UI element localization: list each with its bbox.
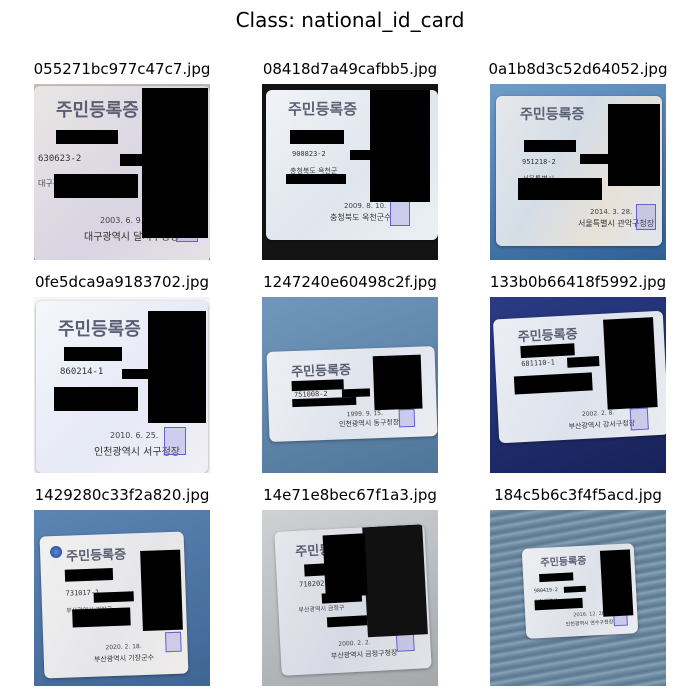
image-filename: 1247240e60498c2f.jpg [263, 273, 437, 291]
text-redaction [54, 387, 138, 411]
official-seal-icon [398, 408, 416, 428]
id-card: 주민등록증710202-2부산광역시 금정구2000. 2. 2.부산광역시 금… [274, 524, 432, 676]
issuer-name: 인천광역시 연수구청장 [565, 619, 614, 628]
text-redaction [54, 174, 138, 198]
address-text: 부산광역시 금정구 [298, 604, 345, 614]
official-seal-icon [390, 200, 410, 226]
issue-date: 2000. 2. 2. [338, 639, 371, 648]
issuer-name: 부산광역시 금정구청장 [330, 648, 398, 661]
text-redaction [291, 379, 344, 392]
image-filename: 184c5b6c3f4f5acd.jpg [494, 486, 662, 504]
issuer-name: 부산광역시 강서구청장 [568, 419, 636, 431]
card-heading: 주민등록증 [520, 107, 585, 123]
image-filename: 0fe5dca9a9183702.jpg [34, 273, 210, 291]
text-redaction [72, 607, 131, 628]
figure-title: Class: national_id_card [235, 8, 465, 32]
text-redaction [304, 561, 353, 577]
text-redaction [120, 154, 156, 166]
text-redaction [520, 343, 575, 359]
issue-date: 2002. 2. 8. [581, 409, 615, 418]
id-card-photo: 주민등록증710202-2부산광역시 금정구2000. 2. 2.부산광역시 금… [262, 510, 438, 686]
id-card-photo: 주민등록증980419-2인천광역시2016. 12. 28.인천광역시 연수구… [490, 510, 666, 686]
issue-date: 1999. 9. 15. [346, 409, 384, 419]
id-card-photo: 주민등록증 751008-2 1999. 9. 15. 인천광역시 동구청장 [262, 297, 438, 473]
text-redaction [321, 591, 363, 604]
photo-redaction [140, 549, 183, 632]
issuer-name: 부산광역시 기장군수 [93, 653, 155, 664]
text-redaction [122, 369, 152, 379]
image-filename: 14e71e8bec67f1a3.jpg [263, 486, 437, 504]
card-heading: 주민등록증 [290, 363, 352, 381]
id-number-prefix: 900823-2 [292, 150, 326, 158]
issue-date: 2010. 6. 25. [110, 431, 159, 440]
photo-redaction [603, 317, 658, 410]
id-card-photo: 주민등록증860214-1인천광역시 서구2010. 6. 25.인천광역시 서… [34, 297, 210, 473]
text-redaction [566, 356, 600, 368]
text-redaction [563, 585, 587, 593]
text-redaction [539, 572, 574, 583]
id-card: 주민등록증980419-2인천광역시2016. 12. 28.인천광역시 연수구… [521, 543, 639, 639]
issuer-name: 충청북도 옥천군수 [330, 213, 392, 222]
text-redaction [292, 396, 357, 408]
id-card: 주민등록증 751008-2 1999. 9. 15. 인천광역시 동구청장 [266, 346, 438, 442]
text-redaction [64, 568, 114, 582]
id-card-photo: 주민등록증630623-2대구광역시 달서구2003. 6. 9.대구광역시 달… [34, 84, 210, 260]
issue-date: 2014. 3. 28. [590, 208, 633, 216]
id-card-photo: 주민등록증951218-2서울특별시2014. 3. 28.서울특별시 관악구청… [490, 84, 666, 260]
image-filename: 1429280c33f2a820.jpg [34, 486, 210, 504]
tape-redaction [362, 524, 428, 638]
photo-redaction [608, 104, 660, 186]
text-redaction [64, 347, 122, 361]
emblem-icon [49, 545, 63, 559]
text-redaction [350, 150, 382, 160]
issuer-name: 인천광역시 동구청장 [338, 418, 400, 429]
text-redaction [286, 174, 346, 184]
official-seal-icon [629, 407, 649, 431]
card-heading: 주민등록증 [58, 319, 141, 340]
official-seal-icon [636, 204, 656, 230]
id-number-prefix: 951218-2 [522, 158, 556, 166]
photo-redaction [148, 311, 206, 423]
id-card-photo: 주민등록증681110-1부산광역시 강서구2002. 2. 8.부산광역시 강… [490, 297, 666, 473]
official-seal-icon [164, 631, 182, 653]
id-card: 주민등록증860214-1인천광역시 서구2010. 6. 25.인천광역시 서… [36, 301, 208, 473]
card-heading: 주민등록증 [66, 547, 127, 565]
photo-redaction [370, 90, 430, 202]
card-heading: 주민등록증 [56, 100, 139, 121]
issue-date: 2016. 12. 28. [573, 610, 607, 619]
id-number-prefix: 860214-1 [60, 367, 104, 377]
issue-date: 2009. 8. 10. [344, 202, 387, 210]
id-card-photo: 주민등록증731017-1부산광역시 기장군2020. 2. 18.부산광역시 … [34, 510, 210, 686]
text-redaction [524, 140, 576, 152]
text-redaction [93, 591, 134, 603]
image-filename: 0a1b8d3c52d64052.jpg [488, 60, 668, 78]
issue-date: 2020. 2. 18. [105, 643, 142, 652]
id-number-prefix: 630623-2 [38, 154, 82, 164]
text-redaction [290, 130, 344, 144]
image-filename: 08418d7a49cafbb5.jpg [262, 60, 438, 78]
id-card: 주민등록증630623-2대구광역시 달서구2003. 6. 9.대구광역시 달… [34, 86, 210, 260]
id-card: 주민등록증 900823-2 충청북도 옥천군 2009. 8. 10. 충청북도 옥천… [266, 90, 438, 240]
image-filename: 055271bc977c47c7.jpg [33, 60, 211, 78]
photo-redaction [372, 354, 423, 411]
id-number-prefix: 980419-2 [533, 587, 559, 595]
id-number-prefix: 681110-1 [521, 358, 556, 369]
id-card-photo: 주민등록증 900823-2 충청북도 옥천군 2009. 8. 10. 충청북도 옥천… [262, 84, 438, 260]
text-redaction [326, 615, 368, 628]
text-redaction [534, 597, 583, 611]
text-redaction [580, 154, 614, 164]
image-filename: 133b0b66418f5992.jpg [489, 273, 667, 291]
id-card: 주민등록증951218-2서울특별시2014. 3. 28.서울특별시 관악구청… [496, 96, 662, 246]
photo-redaction [599, 549, 634, 617]
text-redaction [513, 372, 593, 395]
official-seal-icon [164, 427, 186, 455]
id-card: 주민등록증681110-1부산광역시 강서구2002. 2. 8.부산광역시 강… [492, 310, 666, 444]
card-heading: 주민등록증 [288, 100, 358, 118]
card-heading: 주민등록증 [540, 555, 587, 570]
card-heading: 주민등록증 [517, 327, 578, 346]
id-card: 주민등록증731017-1부산광역시 기장군2020. 2. 18.부산광역시 … [39, 531, 189, 679]
text-redaction [56, 130, 118, 144]
text-redaction [518, 178, 602, 200]
issue-date: 2003. 6. 9. [100, 216, 144, 225]
